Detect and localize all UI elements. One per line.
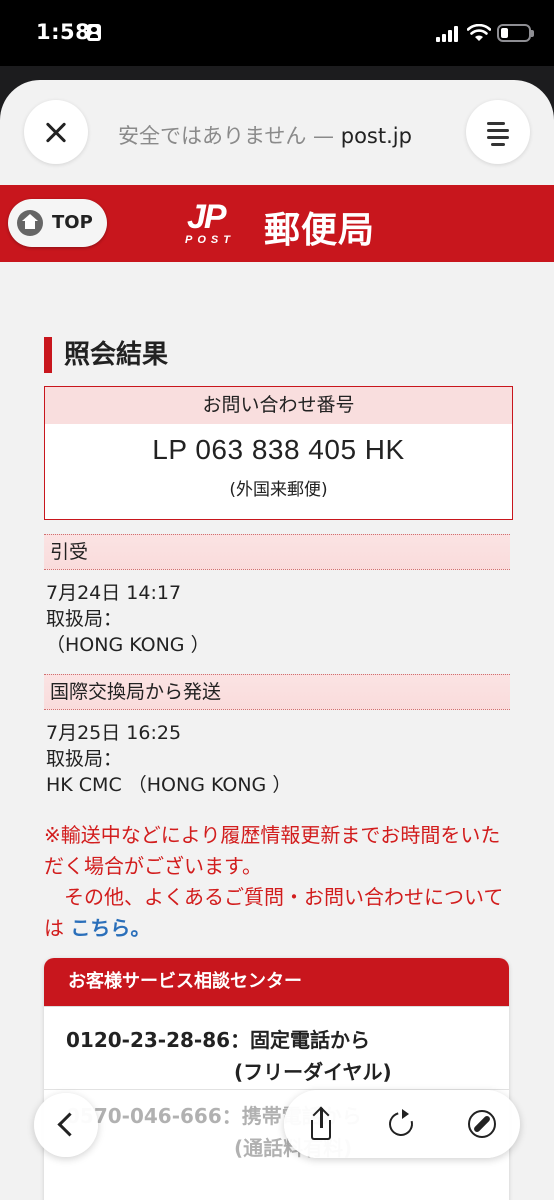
close-icon[interactable] xyxy=(24,100,88,164)
reload-icon[interactable] xyxy=(380,1102,424,1146)
divider xyxy=(44,1006,509,1007)
contact-card-icon xyxy=(87,24,101,41)
section-title: 照会結果 xyxy=(44,337,168,373)
tracking-box: お問い合わせ番号 LP 063 838 405 HK (外国来郵便) xyxy=(44,386,513,520)
browser-actions xyxy=(284,1090,520,1158)
address-domain: post.jp xyxy=(340,124,412,148)
top-button[interactable]: TOP xyxy=(8,199,107,247)
tracking-event: 引受 7月24日 14:17 取扱局： （HONG KONG ） xyxy=(44,534,510,658)
reader-icon[interactable] xyxy=(466,100,530,164)
browser-toolbar: 安全ではありません — post.jp xyxy=(0,80,554,185)
address-bar[interactable]: 安全ではありません — post.jp xyxy=(118,120,458,150)
tracking-number: LP 063 838 405 HK xyxy=(152,434,405,465)
event-status: 引受 xyxy=(44,534,510,570)
phone-landline[interactable]: 0120-23-28-86：固定電話から xyxy=(66,1024,370,1053)
compass-icon[interactable] xyxy=(460,1102,504,1146)
event-office-label: 取扱局： xyxy=(46,748,123,770)
notice-line-1: ※輸送中などにより履歴情報更新までお時間をいただく場合がございます。 xyxy=(44,823,501,878)
jp-post-logo[interactable]: JP POST xyxy=(183,198,245,250)
home-icon xyxy=(17,210,43,236)
wifi-icon xyxy=(467,24,491,41)
event-datetime: 7月25日 16:25 xyxy=(46,722,182,744)
status-time: 1:58 xyxy=(36,20,91,44)
browser-sheet: 安全ではありません — post.jp TOP JP POST 郵便局 照会結果… xyxy=(0,80,554,1200)
battery-icon xyxy=(497,24,534,42)
top-button-label: TOP xyxy=(52,212,93,233)
notice-text: ※輸送中などにより履歴情報更新までお時間をいただく場合がございます。 その他、よ… xyxy=(44,820,514,944)
logo-mark: JP xyxy=(187,198,227,236)
support-title: お客様サービス相談センター xyxy=(44,958,509,1006)
share-icon[interactable] xyxy=(300,1102,344,1146)
inquiry-number-label: お問い合わせ番号 xyxy=(45,387,512,424)
support-center-card: お客様サービス相談センター 0120-23-28-86：固定電話から (フリーダ… xyxy=(44,958,509,1200)
tracking-event: 国際交換局から発送 7月25日 16:25 取扱局： HK CMC （HONG … xyxy=(44,674,510,798)
site-header: TOP JP POST 郵便局 xyxy=(0,185,554,262)
phone-landline-note: (フリーダイヤル) xyxy=(234,1060,392,1084)
status-bar: 1:58 xyxy=(0,0,554,66)
event-office: HK CMC （HONG KONG ） xyxy=(46,774,292,796)
address-warning: 安全ではありません — xyxy=(118,124,341,148)
cellular-signal-icon xyxy=(436,26,460,42)
item-type: (外国来郵便) xyxy=(229,480,328,500)
event-office-label: 取扱局： xyxy=(46,608,123,630)
event-datetime: 7月24日 14:17 xyxy=(46,582,182,604)
brand-name: 郵便局 xyxy=(264,210,376,251)
event-status: 国際交換局から発送 xyxy=(44,674,510,710)
back-icon[interactable] xyxy=(34,1093,98,1157)
event-office: （HONG KONG ） xyxy=(46,634,210,656)
faq-link[interactable]: こちら。 xyxy=(70,916,150,940)
logo-sub: POST xyxy=(185,234,235,246)
